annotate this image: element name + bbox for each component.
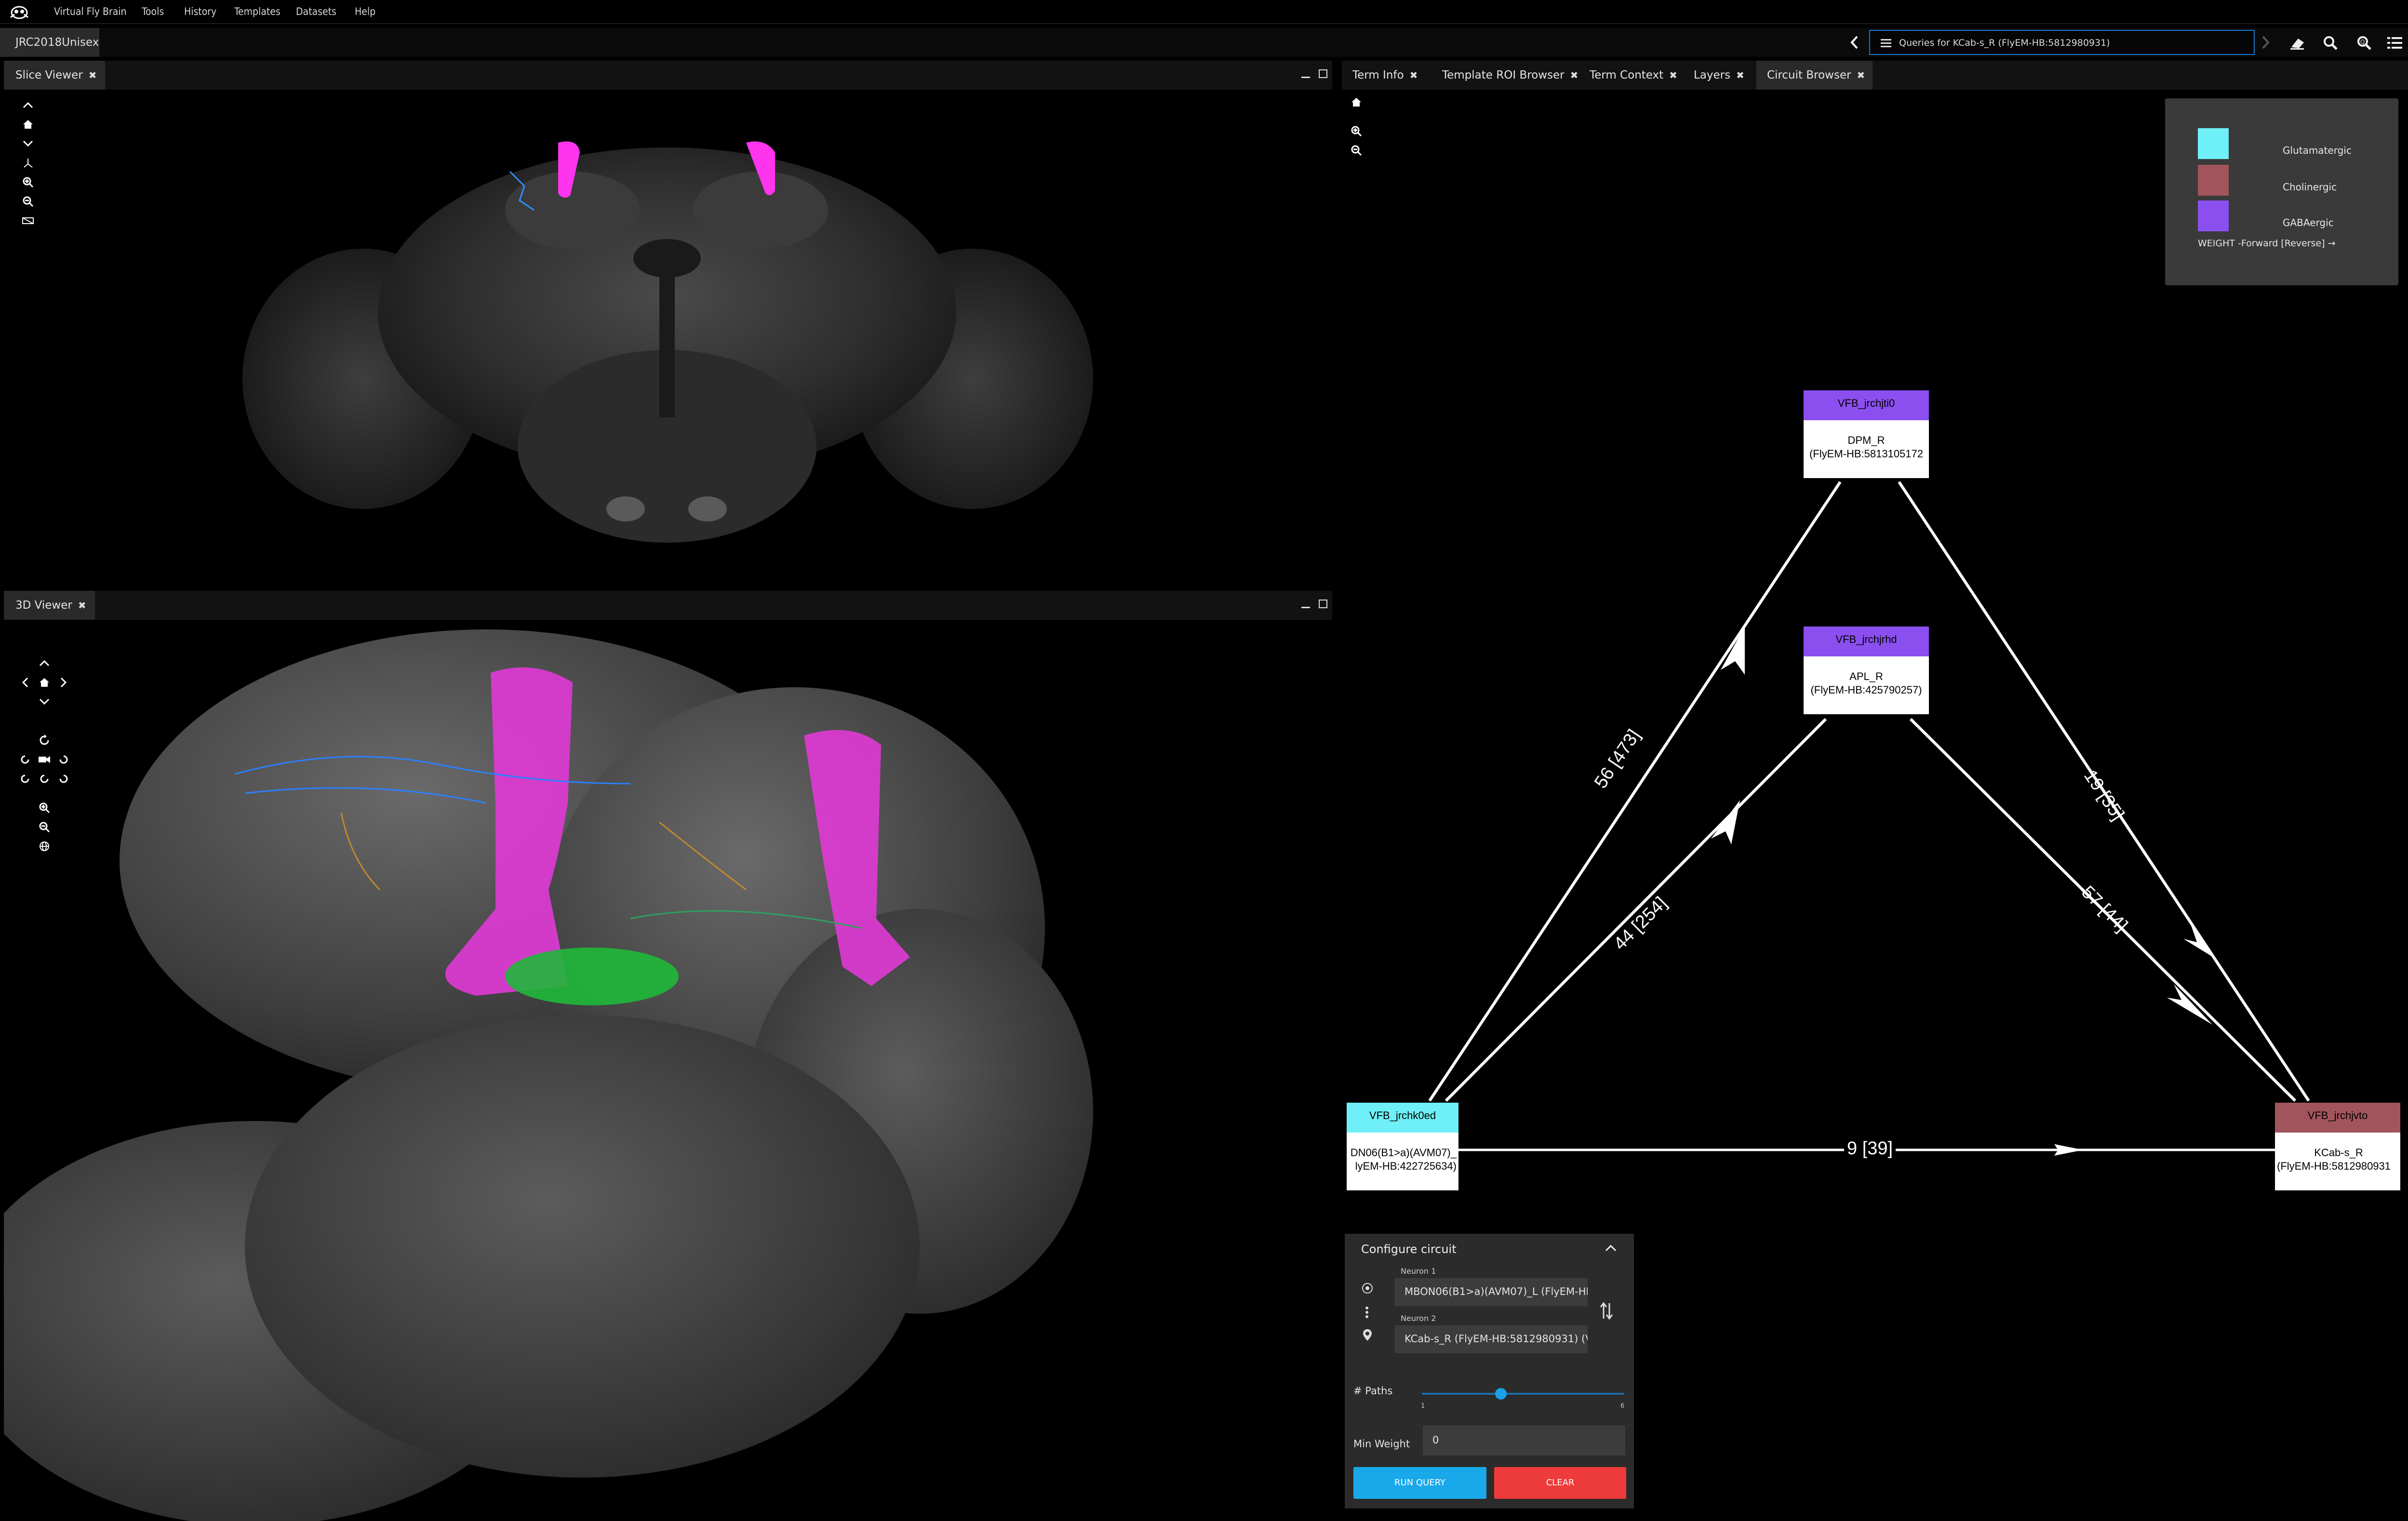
graph-node[interactable]: VFB_jrchk0ed DN06(B1>a)(AVM07)_ lyEM-HB:4… <box>1347 1103 1458 1190</box>
node-name: APL_R <box>1849 670 1883 682</box>
node-label: DPM_R (FlyEM-HB:5813105172 <box>1804 420 1929 478</box>
legend-label: Cholinergic <box>2283 181 2337 193</box>
configure-circuit-panel: Configure circuit Neuron 1 MBON06(B1>a)(… <box>1345 1234 1634 1508</box>
legend-swatch <box>2198 200 2229 231</box>
config-title: Configure circuit <box>1361 1242 1457 1256</box>
min-weight-label: Min Weight <box>1353 1438 1410 1450</box>
swap-icon[interactable] <box>1599 1301 1614 1323</box>
legend-item <box>2198 200 2229 231</box>
paths-min-label: 1 <box>1421 1402 1425 1410</box>
neuron1-input[interactable]: MBON06(B1>a)(AVM07)_L (FlyEM-HB:... <box>1395 1278 1588 1306</box>
location-pin-icon <box>1362 1328 1373 1345</box>
legend-item <box>2198 128 2229 159</box>
circuit-graph-edges <box>1428 481 2310 1156</box>
legend-item <box>2198 165 2229 196</box>
node-name: DPM_R <box>1847 434 1885 446</box>
node-title: VFB_jrchjrhd <box>1804 627 1929 656</box>
graph-node[interactable]: VFB_jrchjrhd APL_R (FlyEM-HB:425790257) <box>1804 627 1929 714</box>
min-weight-input[interactable]: 0 <box>1423 1426 1625 1455</box>
node-name: DN06(B1>a)(AVM07)_ <box>1350 1147 1457 1159</box>
node-ref: (FlyEM-HB:5812980931 <box>2277 1160 2391 1172</box>
node-label: APL_R (FlyEM-HB:425790257) <box>1804 656 1929 714</box>
paths-slider-track[interactable] <box>1422 1393 1624 1395</box>
edge-k0ed-jrhd[interactable] <box>1445 718 1827 1102</box>
graph-node[interactable]: VFB_jrchjvto KCab-s_R (FlyEM-HB:581298093… <box>2275 1103 2400 1190</box>
run-query-button[interactable]: RUN QUERY <box>1353 1467 1486 1499</box>
node-ref: lyEM-HB:422725634) <box>1355 1160 1457 1172</box>
legend-swatch <box>2198 128 2229 159</box>
legend-label: GABAergic <box>2283 217 2334 228</box>
paths-max-label: 6 <box>1620 1402 1625 1410</box>
legend-swatch <box>2198 165 2229 196</box>
edge-label: 9 [39] <box>1844 1138 1896 1159</box>
node-ref: (FlyEM-HB:425790257) <box>1810 684 1922 696</box>
graph-legend: Glutamatergic Cholinergic GABAergic WEIG… <box>2165 98 2398 285</box>
node-ref: (FlyEM-HB:5813105172 <box>1809 448 1923 460</box>
neuron2-input[interactable]: KCab-s_R (FlyEM-HB:5812980931) (V... <box>1395 1325 1588 1353</box>
node-label: KCab-s_R (FlyEM-HB:5812980931 <box>2275 1133 2400 1190</box>
node-title: VFB_jrchjvto <box>2275 1103 2400 1133</box>
neuron1-label: Neuron 1 <box>1401 1267 1436 1276</box>
more-vertical-icon <box>1365 1306 1369 1321</box>
chevron-up-icon[interactable] <box>1605 1242 1617 1254</box>
paths-slider-thumb[interactable] <box>1495 1388 1507 1400</box>
legend-weight-label: WEIGHT -Forward [Reverse] → <box>2198 238 2336 249</box>
legend-label: Glutamatergic <box>2283 145 2352 156</box>
node-title: VFB_jrchjti0 <box>1804 390 1929 420</box>
clear-button[interactable]: CLEAR <box>1494 1467 1626 1499</box>
target-icon <box>1361 1282 1374 1297</box>
node-name: KCab-s_R <box>2314 1147 2363 1159</box>
graph-node[interactable]: VFB_jrchjti0 DPM_R (FlyEM-HB:5813105172 <box>1804 390 1929 478</box>
paths-label: # Paths <box>1353 1385 1393 1397</box>
node-title: VFB_jrchk0ed <box>1347 1103 1458 1133</box>
node-label: DN06(B1>a)(AVM07)_ lyEM-HB:422725634) <box>1347 1133 1458 1190</box>
edge-k0ed-jti0[interactable] <box>1428 481 1842 1102</box>
neuron2-label: Neuron 2 <box>1401 1314 1436 1323</box>
